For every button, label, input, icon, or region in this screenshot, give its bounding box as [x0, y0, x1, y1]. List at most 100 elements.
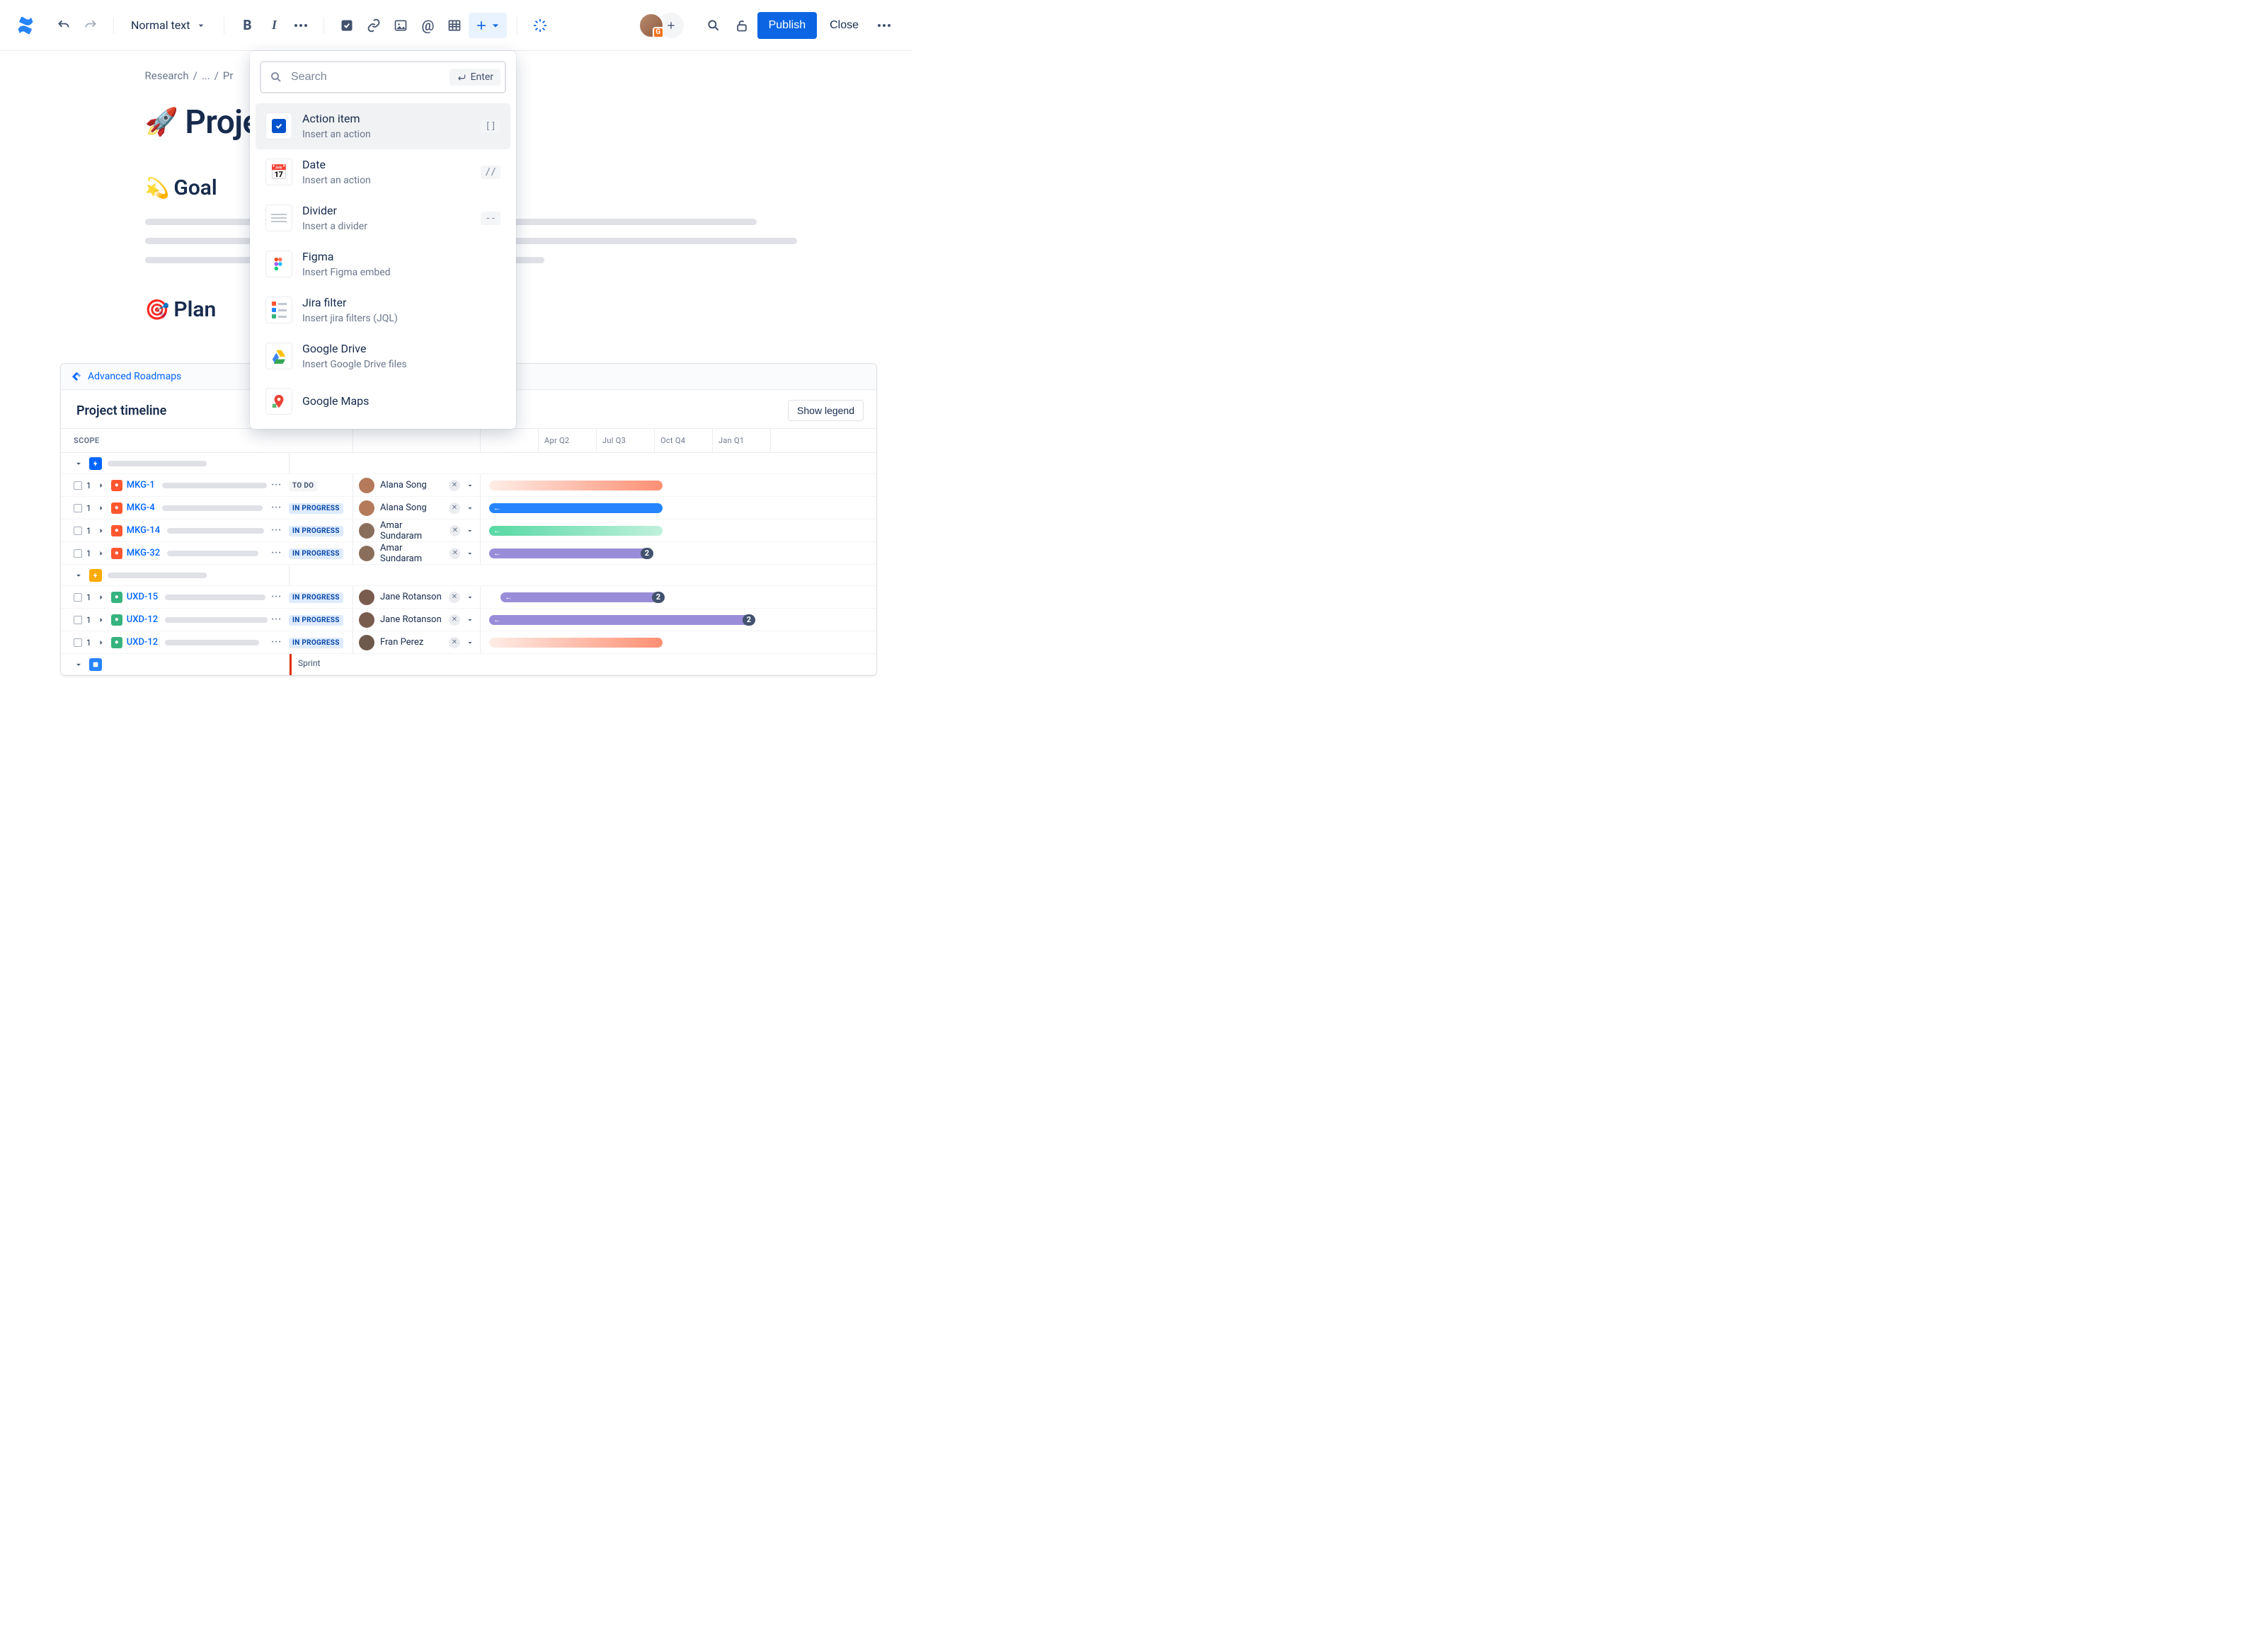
timeline-bar[interactable]	[489, 638, 663, 648]
issue-key[interactable]: UXD-15	[127, 592, 158, 602]
clear-assignee-button[interactable]: ✕	[449, 525, 460, 536]
assignee-avatar[interactable]	[359, 612, 374, 628]
bold-button[interactable]: B	[234, 13, 260, 38]
status-lozenge[interactable]: IN PROGRESS	[289, 549, 343, 559]
checkbox[interactable]	[74, 527, 82, 535]
checkbox[interactable]	[74, 616, 82, 624]
clear-assignee-button[interactable]: ✕	[449, 637, 460, 648]
insert-dropdown-button[interactable]	[469, 13, 507, 38]
row-more-button[interactable]: ···	[271, 548, 282, 558]
chevron-right-icon[interactable]	[97, 504, 105, 512]
issue-key[interactable]: MKG-1	[127, 480, 155, 490]
issue-key[interactable]: MKG-32	[127, 548, 160, 558]
image-button[interactable]	[388, 13, 413, 38]
publish-button[interactable]: Publish	[757, 12, 817, 39]
clear-assignee-button[interactable]: ✕	[449, 614, 460, 626]
checkbox[interactable]	[74, 593, 82, 602]
issue-key[interactable]: UXD-12	[127, 614, 158, 625]
mention-button[interactable]: @	[415, 13, 440, 38]
timeline-group-row[interactable]	[61, 453, 876, 474]
row-more-button[interactable]: ···	[271, 637, 282, 648]
insert-item-date[interactable]: 📅DateInsert an action//	[256, 149, 510, 195]
issue-key[interactable]: UXD-12	[127, 637, 158, 648]
more-actions-button[interactable]	[871, 13, 897, 38]
timeline-bar[interactable]: ←	[489, 526, 663, 536]
user-avatar[interactable]: G	[638, 13, 664, 38]
assignee-avatar[interactable]	[359, 590, 374, 605]
insert-item-jira[interactable]: Jira filterInsert jira filters (JQL)	[256, 287, 510, 333]
chevron-right-icon[interactable]	[97, 616, 105, 624]
more-formatting-button[interactable]	[288, 13, 314, 38]
chevron-right-icon[interactable]	[97, 638, 105, 647]
status-lozenge[interactable]: TO DO	[289, 481, 317, 491]
timeline-bar[interactable]	[489, 481, 663, 490]
timeline-group-row[interactable]	[61, 565, 876, 586]
find-button[interactable]	[701, 13, 726, 38]
row-more-button[interactable]: ···	[271, 614, 282, 625]
chevron-down-icon[interactable]	[466, 616, 474, 624]
chevron-right-icon[interactable]	[97, 593, 105, 602]
show-legend-button[interactable]: Show legend	[788, 400, 864, 421]
timeline-bar[interactable]: ←2	[500, 592, 662, 602]
row-more-button[interactable]: ···	[271, 525, 282, 536]
insert-item-divider[interactable]: DividerInsert a divider--	[256, 195, 510, 241]
chevron-down-icon[interactable]	[466, 593, 474, 602]
insert-item-action[interactable]: Action itemInsert an action[]	[256, 103, 510, 149]
status-lozenge[interactable]: IN PROGRESS	[289, 526, 343, 536]
insert-item-gdrive[interactable]: Google DriveInsert Google Drive files	[256, 333, 510, 379]
chevron-down-icon[interactable]	[466, 481, 474, 490]
timeline-group-row[interactable]: Sprint	[61, 654, 876, 675]
restrictions-button[interactable]	[729, 13, 755, 38]
checkbox[interactable]	[74, 638, 82, 647]
clear-assignee-button[interactable]: ✕	[449, 503, 460, 514]
chevron-down-icon[interactable]	[466, 638, 474, 647]
chevron-right-icon[interactable]	[97, 481, 105, 490]
insert-item-shortcut: []	[481, 120, 500, 133]
close-button[interactable]: Close	[820, 13, 869, 38]
status-lozenge[interactable]: IN PROGRESS	[289, 615, 343, 626]
insert-search-input[interactable]	[290, 70, 442, 84]
text-style-dropdown[interactable]: Normal text	[124, 13, 214, 38]
clear-assignee-button[interactable]: ✕	[449, 548, 460, 559]
breadcrumb-item[interactable]: Research	[145, 69, 189, 82]
issue-type-icon: ●	[111, 480, 122, 491]
insert-list[interactable]: Action itemInsert an action[]📅DateInsert…	[250, 103, 516, 429]
redo-button[interactable]	[78, 13, 103, 38]
timeline-bar[interactable]: ←2	[489, 615, 752, 625]
italic-button[interactable]: I	[261, 13, 287, 38]
action-item-button[interactable]	[334, 13, 360, 38]
row-more-button[interactable]: ···	[271, 480, 282, 490]
issue-key[interactable]: MKG-14	[127, 525, 160, 536]
status-lozenge[interactable]: IN PROGRESS	[289, 592, 343, 603]
clear-assignee-button[interactable]: ✕	[449, 592, 460, 603]
assignee-avatar[interactable]	[359, 500, 374, 516]
chevron-right-icon[interactable]	[97, 549, 105, 558]
row-more-button[interactable]: ···	[271, 592, 282, 602]
breadcrumb-item[interactable]: Pr	[223, 69, 234, 82]
link-button[interactable]	[361, 13, 386, 38]
assignee-avatar[interactable]	[359, 478, 374, 493]
breadcrumb-item[interactable]: ...	[202, 69, 210, 82]
chevron-down-icon[interactable]	[466, 527, 474, 535]
clear-assignee-button[interactable]: ✕	[449, 480, 460, 491]
checkbox[interactable]	[74, 481, 82, 490]
row-more-button[interactable]: ···	[271, 503, 282, 513]
checkbox[interactable]	[74, 549, 82, 558]
assignee-avatar[interactable]	[359, 546, 374, 561]
chevron-down-icon[interactable]	[466, 504, 474, 512]
checkbox[interactable]	[74, 504, 82, 512]
assignee-avatar[interactable]	[359, 523, 374, 539]
issue-key[interactable]: MKG-4	[127, 503, 155, 513]
chevron-down-icon[interactable]	[466, 549, 474, 558]
undo-button[interactable]	[51, 13, 76, 38]
insert-item-figma[interactable]: FigmaInsert Figma embed	[256, 241, 510, 287]
timeline-bar[interactable]: ←	[489, 503, 663, 513]
status-lozenge[interactable]: IN PROGRESS	[289, 503, 343, 514]
table-button[interactable]	[442, 13, 467, 38]
insert-item-gmaps[interactable]: Google Maps	[256, 379, 510, 423]
collapse-button[interactable]	[527, 13, 553, 38]
status-lozenge[interactable]: IN PROGRESS	[289, 638, 343, 648]
chevron-right-icon[interactable]	[97, 527, 105, 535]
timeline-bar[interactable]: ←2	[489, 549, 651, 558]
assignee-avatar[interactable]	[359, 635, 374, 650]
